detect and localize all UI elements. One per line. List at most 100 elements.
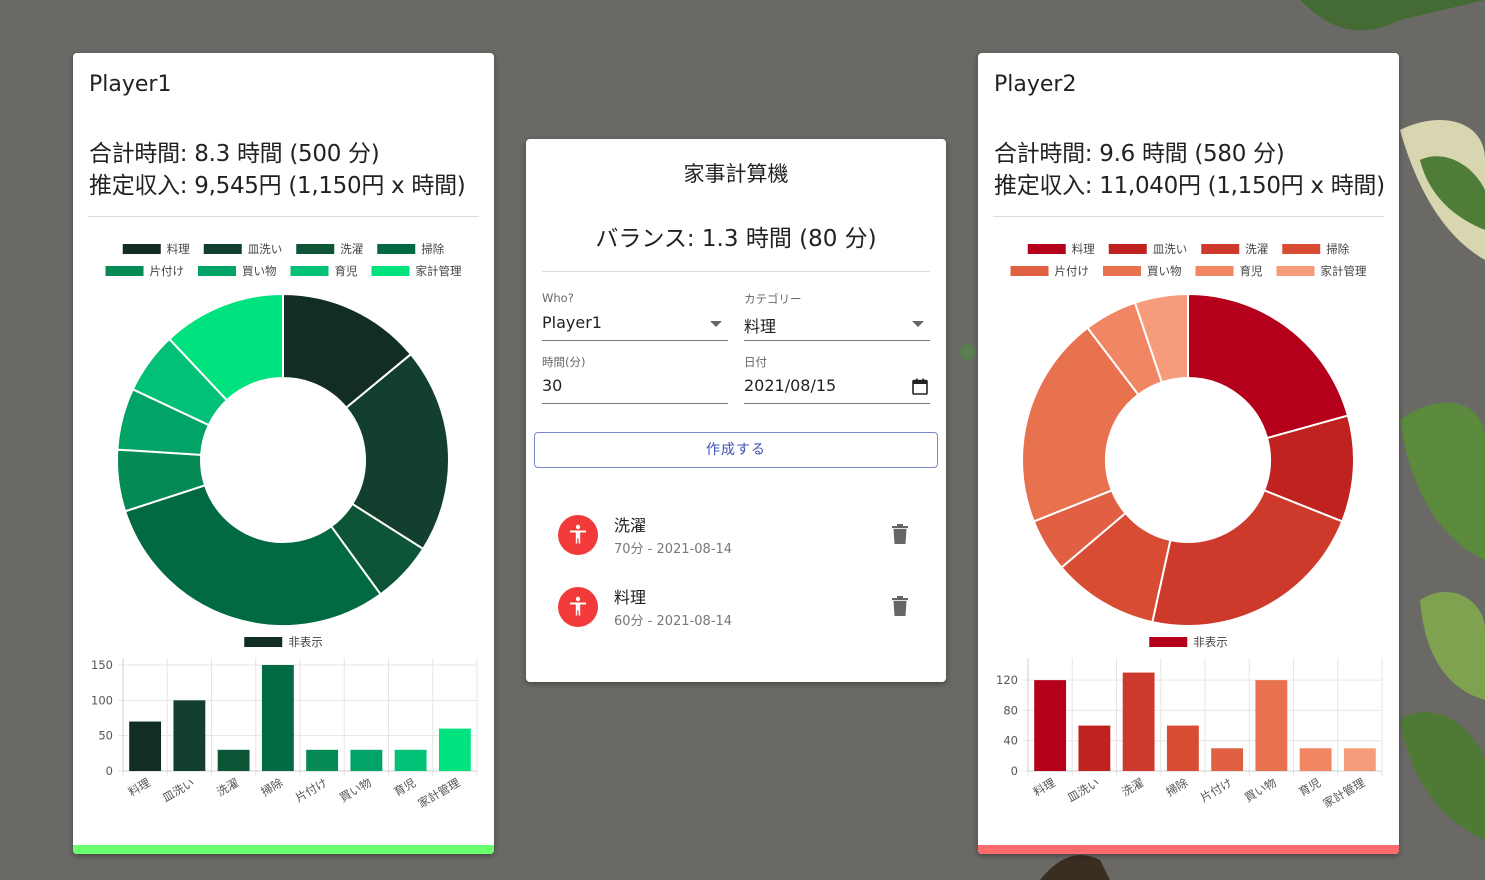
player2-accent-bar	[978, 845, 1399, 854]
date-value: 2021/08/15	[744, 376, 837, 395]
legend-swatch[interactable]	[198, 266, 236, 276]
bar[interactable]	[217, 749, 250, 771]
player2-charts: 料理 皿洗い 洗濯 掃除片付け 買い物 育児 家計管理非表示04080120料理 皿洗い 洗濯掃…	[996, 242, 1383, 811]
x-tick-label: 料理	[1031, 775, 1058, 799]
legend-swatch[interactable]	[1201, 244, 1240, 254]
bar[interactable]	[306, 749, 339, 771]
calculator-title: 家事計算機	[683, 162, 789, 186]
legend-label[interactable]: 買い物	[242, 264, 277, 278]
legend-swatch[interactable]	[290, 266, 329, 276]
y-tick-label: 150	[91, 658, 113, 672]
legend-label[interactable]: 洗濯	[340, 242, 363, 256]
y-tick-label: 120	[996, 673, 1018, 687]
bar[interactable]	[1211, 748, 1244, 771]
date-label: 日付	[744, 355, 767, 369]
bar[interactable]	[1122, 672, 1155, 771]
legend-swatch[interactable]	[203, 244, 242, 254]
legend-label[interactable]: 育児	[335, 264, 358, 278]
bar[interactable]	[1078, 725, 1111, 771]
time-label: 時間(分)	[542, 355, 586, 369]
bar[interactable]	[1034, 680, 1067, 771]
bar[interactable]	[1343, 748, 1376, 771]
who-label: Who?	[542, 291, 574, 305]
bar[interactable]	[1255, 680, 1288, 771]
x-tick-label: 片付け	[293, 775, 330, 804]
legend-swatch[interactable]	[122, 244, 161, 254]
legend-label[interactable]: 非表示	[288, 635, 323, 649]
x-tick-label: 掃除	[1163, 775, 1190, 799]
balance-text: バランス: 1.3 時間 (80 分)	[595, 226, 877, 252]
list-item[interactable]: 洗濯 70分 - 2021-08-14	[542, 503, 930, 569]
player1-charts: 料理 皿洗い 洗濯 掃除片付け 買い物 育児 家計管理非表示050100150料理 皿洗い 洗濯…	[91, 242, 478, 811]
delete-icon[interactable]	[892, 596, 908, 616]
legend-label[interactable]: 家計管理	[416, 264, 462, 278]
calendar-icon[interactable]	[912, 378, 928, 395]
divider	[542, 271, 930, 272]
x-tick-label: 料理	[126, 775, 153, 799]
time-value: 30	[542, 376, 563, 395]
who-value: Player1	[542, 313, 602, 332]
legend-swatch[interactable]	[1195, 266, 1234, 276]
category-label: カテゴリー	[744, 292, 802, 306]
legend-label[interactable]: 買い物	[1147, 264, 1182, 278]
date-input[interactable]: 日付 2021/08/15	[744, 354, 930, 404]
legend-label[interactable]: 片付け	[150, 264, 185, 278]
doughnut-slice[interactable]	[1187, 292, 1350, 440]
who-select[interactable]: Who? Player1	[542, 291, 728, 341]
delete-icon[interactable]	[892, 524, 908, 544]
x-tick-label: 育児	[391, 775, 418, 799]
legend-swatch[interactable]	[1276, 266, 1315, 276]
legend-swatch[interactable]	[371, 266, 410, 276]
legend-label[interactable]: 家計管理	[1321, 264, 1367, 278]
legend-label[interactable]: 掃除	[1326, 242, 1349, 256]
legend-swatch[interactable]	[244, 637, 283, 647]
entry-title: 洗濯	[614, 516, 647, 535]
legend-swatch[interactable]	[1282, 244, 1321, 254]
legend-label[interactable]: 掃除	[421, 242, 444, 256]
legend-label[interactable]: 皿洗い	[248, 242, 283, 256]
x-tick-label: 掃除	[258, 775, 285, 799]
player2-card: Player2 合計時間: 9.6 時間 (580 分) 推定収入: 11,04…	[978, 53, 1399, 854]
x-tick-label: 買い物	[1242, 775, 1279, 804]
legend-swatch[interactable]	[1010, 266, 1049, 276]
list-item[interactable]: 料理 60分 - 2021-08-14	[542, 575, 930, 641]
legend-label[interactable]: 料理	[1072, 242, 1095, 256]
y-tick-label: 50	[98, 729, 113, 743]
legend-swatch[interactable]	[1108, 244, 1147, 254]
legend-label[interactable]: 洗濯	[1245, 242, 1268, 256]
bar[interactable]	[394, 749, 427, 771]
legend-swatch[interactable]	[377, 244, 416, 254]
legend-swatch[interactable]	[1149, 637, 1188, 647]
legend-label[interactable]: 皿洗い	[1153, 242, 1188, 256]
time-input[interactable]: 時間(分) 30	[542, 354, 728, 404]
category-select[interactable]: カテゴリー 料理	[744, 291, 930, 341]
y-tick-label: 80	[1003, 703, 1018, 717]
bar[interactable]	[1299, 748, 1332, 771]
calculator-card: 家事計算機 バランス: 1.3 時間 (80 分) Who? Player1 カ…	[526, 139, 946, 682]
player1-accent-bar	[73, 845, 494, 854]
chevron-down-icon	[912, 321, 924, 327]
doughnut-slice[interactable]	[123, 484, 382, 627]
create-button[interactable]: 作成する	[534, 432, 938, 468]
bar[interactable]	[173, 700, 206, 771]
legend-swatch[interactable]	[296, 244, 335, 254]
doughnut-slice[interactable]	[1151, 489, 1344, 627]
bar[interactable]	[438, 728, 471, 771]
legend-swatch[interactable]	[105, 266, 144, 276]
bar[interactable]	[261, 665, 294, 771]
entry-title: 料理	[614, 588, 647, 607]
legend-label[interactable]: 非表示	[1193, 635, 1228, 649]
x-tick-label: 皿洗い	[1065, 775, 1102, 804]
bar[interactable]	[129, 721, 162, 771]
accessibility-icon	[558, 587, 598, 627]
legend-swatch[interactable]	[1027, 244, 1066, 254]
entry-subtitle: 60分 - 2021-08-14	[614, 614, 733, 629]
legend-label[interactable]: 料理	[167, 242, 190, 256]
y-tick-label: 100	[91, 693, 113, 707]
x-tick-label: 洗濯	[214, 775, 241, 799]
legend-label[interactable]: 育児	[1240, 264, 1263, 278]
bar[interactable]	[1166, 725, 1199, 771]
legend-swatch[interactable]	[1103, 266, 1141, 276]
legend-label[interactable]: 片付け	[1055, 264, 1090, 278]
bar[interactable]	[350, 749, 383, 771]
